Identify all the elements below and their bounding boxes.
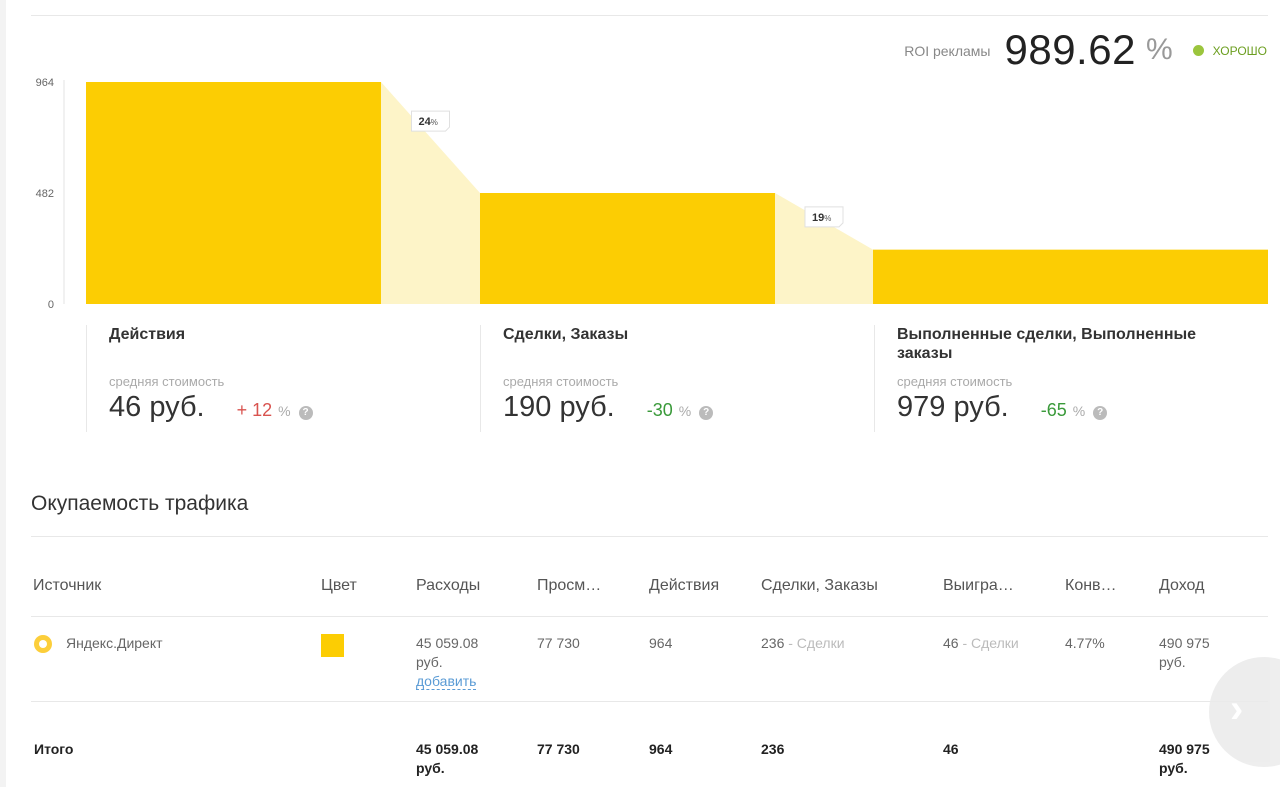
stage-title: Выполненные сделки, Выполненные заказы xyxy=(897,326,1197,362)
stage-diff: -65 xyxy=(1040,400,1067,420)
next-slide-button[interactable]: › xyxy=(1209,657,1280,767)
stage-diff: + 12 xyxy=(236,400,273,420)
total-actions: 964 xyxy=(649,741,673,757)
stage-actions: Действия средняя стоимость 46 руб. + 12 … xyxy=(86,325,480,432)
conversion-bubble: 24% xyxy=(411,110,450,132)
yandex-direct-icon xyxy=(34,635,52,653)
expenses-cell: 45 059.08 руб. добавить xyxy=(416,634,478,691)
total-label: Итого xyxy=(34,741,74,757)
total-expenses-unit: руб. xyxy=(416,760,445,776)
top-divider xyxy=(31,15,1268,16)
y-tick-label: 482 xyxy=(36,188,54,200)
stage-diff-unit: % xyxy=(278,403,291,419)
section-divider xyxy=(31,536,1268,537)
col-header-source[interactable]: Источник xyxy=(33,577,101,595)
won-cell: 46 - Сделки xyxy=(943,634,1019,653)
deals-note: - Сделки xyxy=(784,635,845,651)
funnel-bar xyxy=(873,249,1268,304)
col-header-color[interactable]: Цвет xyxy=(321,577,357,595)
stage-cost: 979 руб. xyxy=(897,391,1009,423)
stage-completed: Выполненные сделки, Выполненные заказы с… xyxy=(874,325,1268,432)
conversion-label: 19% xyxy=(812,212,831,224)
y-tick-label: 964 xyxy=(36,77,54,89)
total-expenses-cell: 45 059.08 руб. xyxy=(416,740,478,778)
stage-diff-unit: % xyxy=(1072,403,1086,419)
stage-subtitle: средняя стоимость xyxy=(897,374,1013,389)
income-value: 490 975 xyxy=(1159,635,1210,651)
source-name: Яндекс.Директ xyxy=(66,635,163,651)
col-header-expenses[interactable]: Расходы xyxy=(416,577,480,595)
help-icon[interactable]: ? xyxy=(699,406,714,420)
funnel-chart: 0 482 964 24% 19% xyxy=(36,77,1268,311)
stage-title: Сделки, Заказы xyxy=(503,326,629,343)
deals-value: 236 xyxy=(761,635,785,651)
stage-title: Действия xyxy=(109,326,186,343)
help-icon[interactable]: ? xyxy=(298,406,313,420)
conversion-bubble: 19% xyxy=(804,206,844,228)
views-value: 77 730 xyxy=(537,635,580,651)
total-views: 77 730 xyxy=(537,741,580,757)
source-color-swatch[interactable] xyxy=(321,634,344,657)
col-header-conversion[interactable]: Конв… xyxy=(1065,577,1117,595)
col-header-views[interactable]: Просм… xyxy=(537,577,601,595)
total-income-value: 490 975 xyxy=(1159,741,1210,757)
income-cell: 490 975 руб. xyxy=(1159,634,1210,672)
won-value: 46 xyxy=(943,635,959,651)
stage-diff: -30 xyxy=(646,400,673,420)
conversion-value: 4.77% xyxy=(1065,635,1105,651)
add-expenses-link[interactable]: добавить xyxy=(416,673,477,690)
stage-cost: 46 руб. xyxy=(109,391,205,423)
total-income-unit: руб. xyxy=(1159,760,1188,776)
col-header-income[interactable]: Доход xyxy=(1159,577,1204,595)
roi-status: ХОРОШО xyxy=(1212,43,1267,58)
help-icon[interactable]: ? xyxy=(1093,406,1108,420)
stage-diff-unit: % xyxy=(678,403,692,419)
conversion-label: 24% xyxy=(419,116,438,128)
roi-label: ROI рекламы xyxy=(904,43,991,59)
income-unit: руб. xyxy=(1159,654,1186,670)
col-header-deals[interactable]: Сделки, Заказы xyxy=(761,577,878,595)
total-income-cell: 490 975 руб. xyxy=(1159,740,1210,778)
roi-unit: % xyxy=(1145,33,1173,66)
col-header-actions[interactable]: Действия xyxy=(649,577,719,595)
total-expenses-value: 45 059.08 xyxy=(416,741,479,757)
roi-summary: ROI рекламы 989.62 % ХОРОШО xyxy=(904,24,1267,76)
status-dot-icon xyxy=(1192,44,1204,56)
funnel-bar xyxy=(86,82,381,304)
stage-deals: Сделки, Заказы средняя стоимость 190 руб… xyxy=(480,325,874,432)
funnel-bar xyxy=(480,193,775,304)
header-divider xyxy=(31,616,1268,617)
won-note: - Сделки xyxy=(958,635,1019,651)
total-won: 46 xyxy=(943,741,959,757)
col-header-won[interactable]: Выигра… xyxy=(943,577,1014,595)
stage-subtitle: средняя стоимость xyxy=(503,374,619,389)
expenses-unit: руб. xyxy=(416,654,443,670)
stage-cost: 190 руб. xyxy=(503,391,615,423)
chevron-right-icon: › xyxy=(1230,687,1244,731)
section-title: Окупаемость трафика xyxy=(31,492,249,515)
stage-subtitle: средняя стоимость xyxy=(109,374,225,389)
roi-value: 989.62 xyxy=(1004,26,1136,73)
actions-value: 964 xyxy=(649,635,673,651)
deals-cell: 236 - Сделки xyxy=(761,634,845,653)
total-deals: 236 xyxy=(761,741,785,757)
y-tick-label: 0 xyxy=(48,299,54,311)
row-divider xyxy=(31,701,1268,702)
expenses-value: 45 059.08 xyxy=(416,635,479,651)
